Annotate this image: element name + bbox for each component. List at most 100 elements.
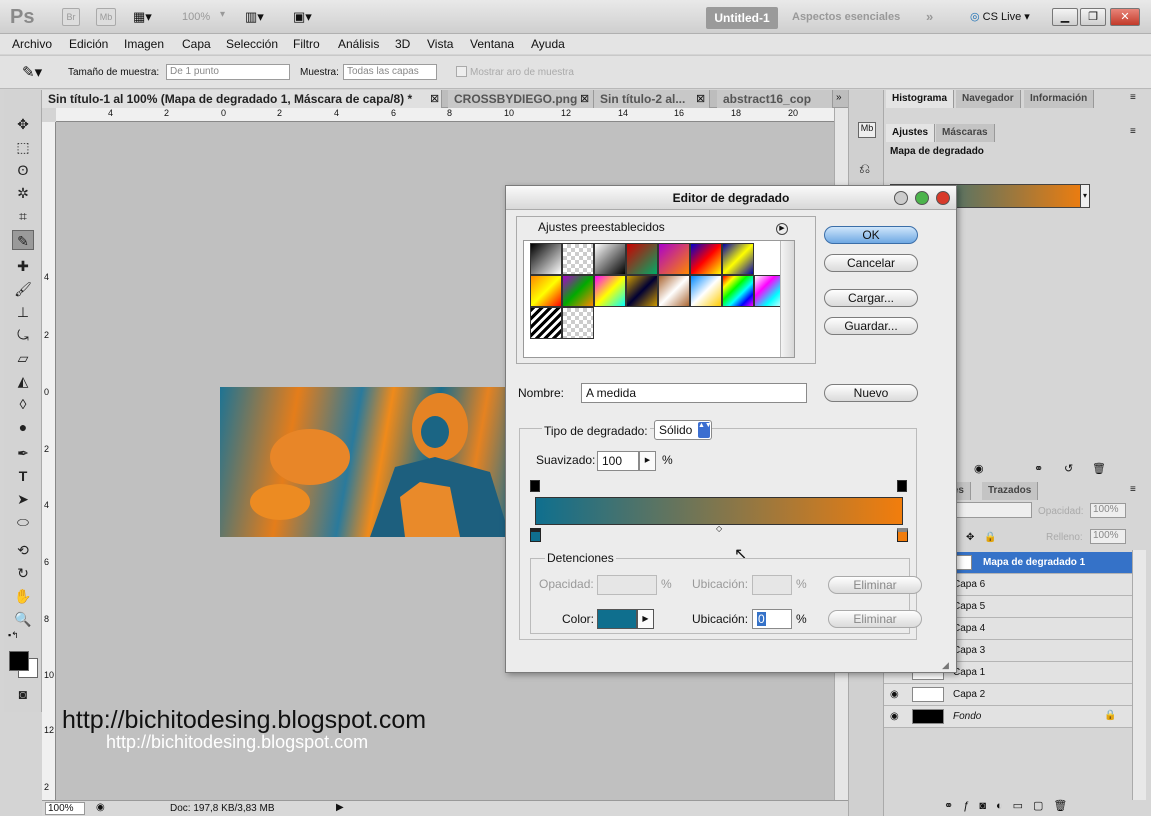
path-selection-tool-icon[interactable]: ➤ (12, 489, 34, 509)
zoom-dropdown-icon[interactable]: ▾ (220, 9, 225, 20)
blend-mode-select[interactable] (956, 502, 1032, 518)
gradient-bar[interactable] (535, 497, 903, 525)
stop-opacity-input[interactable] (597, 575, 657, 595)
clone-stamp-tool-icon[interactable]: ⊥ (12, 302, 34, 322)
preset-swatch[interactable] (562, 243, 594, 275)
presets-scrollbar[interactable] (780, 241, 794, 357)
preset-swatch[interactable] (594, 243, 626, 275)
tab-document-2[interactable]: CROSSBYDIEGO.png (448, 90, 594, 108)
preset-swatch[interactable] (690, 243, 722, 275)
brush-tool-icon[interactable]: 🖌 (12, 279, 34, 299)
color-stop-left[interactable] (530, 528, 541, 542)
eyedropper-icon[interactable]: ✎▾ (22, 63, 42, 81)
preset-swatch[interactable] (594, 275, 626, 307)
close-circle-icon[interactable] (936, 191, 950, 205)
menu-ayuda[interactable]: Ayuda (531, 37, 565, 51)
preset-swatch[interactable] (690, 275, 722, 307)
trash-icon[interactable]: 🗑 (1092, 462, 1106, 475)
new-button[interactable]: Nuevo (824, 384, 918, 402)
cancel-button[interactable]: Cancelar (824, 254, 918, 272)
dodge-tool-icon[interactable]: ● (12, 417, 34, 437)
sample-select[interactable]: Todas las capas (343, 64, 437, 80)
show-ring-checkbox[interactable] (456, 66, 467, 77)
visibility-icon[interactable]: ◉ (974, 462, 984, 475)
preset-swatch[interactable] (658, 243, 690, 275)
opacity-stop-left[interactable] (530, 480, 540, 492)
menu-seleccion[interactable]: Selección (226, 37, 278, 51)
bridge-button[interactable]: Br (62, 8, 80, 26)
layers-scrollbar[interactable] (1132, 550, 1146, 800)
smoothness-arrow-icon[interactable]: ▶ (639, 451, 656, 471)
tab-navegador[interactable]: Navegador (956, 90, 1021, 108)
menu-edicion[interactable]: Edición (69, 37, 108, 51)
fill-value[interactable]: 100% (1090, 529, 1126, 544)
3d-rotate-tool-icon[interactable]: ⟲ (12, 540, 34, 560)
stop-color-arrow-icon[interactable]: ▶ (637, 609, 654, 629)
mini-bridge-button[interactable]: Mb (96, 8, 116, 26)
layer-row[interactable]: ◉ Capa 2 (884, 684, 1132, 706)
menu-capa[interactable]: Capa (182, 37, 211, 51)
preset-swatch[interactable] (626, 275, 658, 307)
save-button[interactable]: Guardar... (824, 317, 918, 335)
preset-swatch[interactable] (722, 243, 754, 275)
tab-close-icon[interactable]: ⊠ (430, 92, 439, 105)
delete-opacity-stop-button[interactable]: Eliminar (828, 576, 922, 594)
preset-swatch[interactable] (626, 243, 658, 275)
zoom-tool-icon[interactable]: 🔍 (12, 609, 34, 629)
stop-color-swatch[interactable] (597, 609, 637, 629)
menu-analisis[interactable]: Análisis (338, 37, 379, 51)
panel-menu-icon[interactable]: ≡ (1130, 484, 1136, 495)
tab-close-icon[interactable]: ⊠ (580, 92, 589, 105)
menu-archivo[interactable]: Archivo (12, 37, 52, 51)
menu-ventana[interactable]: Ventana (470, 37, 514, 51)
tab-close-icon[interactable]: ⊠ (696, 92, 705, 105)
screen-mode-icon[interactable]: ▣▾ (293, 9, 312, 25)
type-tool-icon[interactable]: T (12, 466, 34, 486)
workspace-name[interactable]: Aspectos esenciales (792, 11, 900, 23)
cs-live-menu[interactable]: ◎ CS Live ▾ (970, 10, 1030, 23)
layer-actions[interactable]: ⚭ƒ◙◐▭▢🗑 (944, 799, 1077, 812)
foreground-color-swatch[interactable] (9, 651, 29, 671)
tabs-overflow-icon[interactable]: » (836, 92, 842, 103)
history-icon[interactable]: ⎌ (859, 160, 870, 177)
resize-grip-icon[interactable]: ◢ (942, 660, 949, 671)
tab-document-4[interactable]: abstract16_cop (717, 90, 833, 108)
preset-swatch[interactable] (530, 307, 562, 339)
reset-icon[interactable]: ↺ (1064, 462, 1073, 475)
tab-document-1[interactable]: Sin título-1 al 100% (Mapa de degradado … (42, 90, 442, 108)
eye-icon[interactable]: ◉ (890, 711, 899, 722)
tab-ajustes[interactable]: Ajustes (886, 124, 936, 142)
delete-color-stop-button[interactable]: Eliminar (828, 610, 922, 628)
hand-tool-icon[interactable]: ✋ (12, 586, 34, 606)
midpoint-icon[interactable]: ◇ (716, 524, 722, 533)
layer-row[interactable]: ◉ Fondo 🔒 (884, 706, 1132, 728)
arrange-documents-icon[interactable]: ▥▾ (245, 9, 264, 25)
healing-brush-tool-icon[interactable]: ✚ (12, 256, 34, 276)
opacity-value[interactable]: 100% (1090, 503, 1126, 518)
color-stop-right[interactable] (897, 528, 908, 542)
opacity-stop-right[interactable] (897, 480, 907, 492)
preset-swatch[interactable] (562, 275, 594, 307)
paint-bucket-tool-icon[interactable]: ◭ (12, 371, 34, 391)
preset-swatch[interactable] (530, 243, 562, 275)
stop-opacity-location-input[interactable] (752, 575, 792, 595)
menu-filtro[interactable]: Filtro (293, 37, 320, 51)
default-colors-icon[interactable]: ▪↰ (8, 630, 19, 641)
workspace-more-icon[interactable]: » (926, 9, 933, 24)
mini-bridge-icon[interactable]: Mb (858, 122, 876, 138)
lock-position-icon[interactable]: ✥ (966, 532, 974, 543)
move-tool-icon[interactable]: ✥ (12, 114, 34, 134)
zoom-level[interactable]: 100% (182, 11, 210, 23)
minimize-icon[interactable]: ▁ (1052, 8, 1078, 26)
restore-icon[interactable]: ❐ (1080, 8, 1106, 26)
eyedropper-tool-icon[interactable]: ✎ (12, 230, 34, 250)
ok-button[interactable]: OK (824, 226, 918, 244)
marquee-tool-icon[interactable]: ⬚ (12, 137, 34, 157)
workspace-doc-button[interactable]: Untitled-1 (706, 7, 778, 29)
preset-swatch[interactable] (722, 275, 754, 307)
tab-informacion[interactable]: Información (1024, 90, 1095, 108)
ellipse-tool-icon[interactable]: ⬭ (12, 512, 34, 532)
presets-menu-icon[interactable]: ▶ (776, 223, 788, 235)
status-zoom[interactable]: 100% (45, 802, 85, 815)
tab-mascaras[interactable]: Máscaras (936, 124, 995, 142)
